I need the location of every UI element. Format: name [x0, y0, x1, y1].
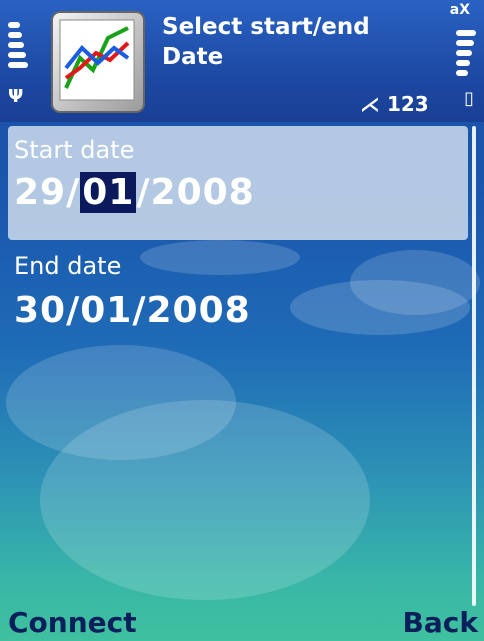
page-title: Select start/end Date: [162, 12, 370, 72]
edit-mode-icon: ⋌: [360, 92, 380, 116]
network-indicator-icon: aX: [449, 2, 470, 18]
background-bubble: [6, 345, 236, 460]
input-mode-indicator: ⋌ 123: [360, 92, 429, 116]
title-line-1: Select start/end: [162, 14, 370, 40]
start-year[interactable]: 2008: [151, 172, 255, 213]
input-mode-label: 123: [386, 92, 429, 116]
scrollbar[interactable]: [472, 126, 476, 606]
start-day[interactable]: 29: [14, 172, 66, 213]
back-softkey[interactable]: Back: [403, 606, 478, 639]
phone-screen: Ψ Select start/end Date aX ▯ ⋌ 123 Start…: [0, 0, 484, 641]
battery-level-icon: [456, 30, 478, 80]
title-line-2: Date: [162, 44, 224, 70]
start-month[interactable]: 01: [80, 172, 137, 213]
start-date-label: Start date: [14, 136, 135, 164]
end-date-label: End date: [14, 252, 122, 280]
chart-app-icon: [51, 11, 145, 113]
battery-icon: ▯: [464, 88, 474, 109]
signal-strength-icon: [8, 22, 28, 72]
connect-softkey[interactable]: Connect: [8, 606, 137, 639]
end-date-field[interactable]: End date 30/01/2008: [8, 252, 468, 352]
end-date-value[interactable]: 30/01/2008: [8, 290, 468, 331]
start-date-field[interactable]: Start date 29/01/2008: [8, 126, 468, 240]
start-date-value[interactable]: 29/01/2008: [8, 172, 468, 213]
antenna-icon: Ψ: [8, 86, 24, 107]
